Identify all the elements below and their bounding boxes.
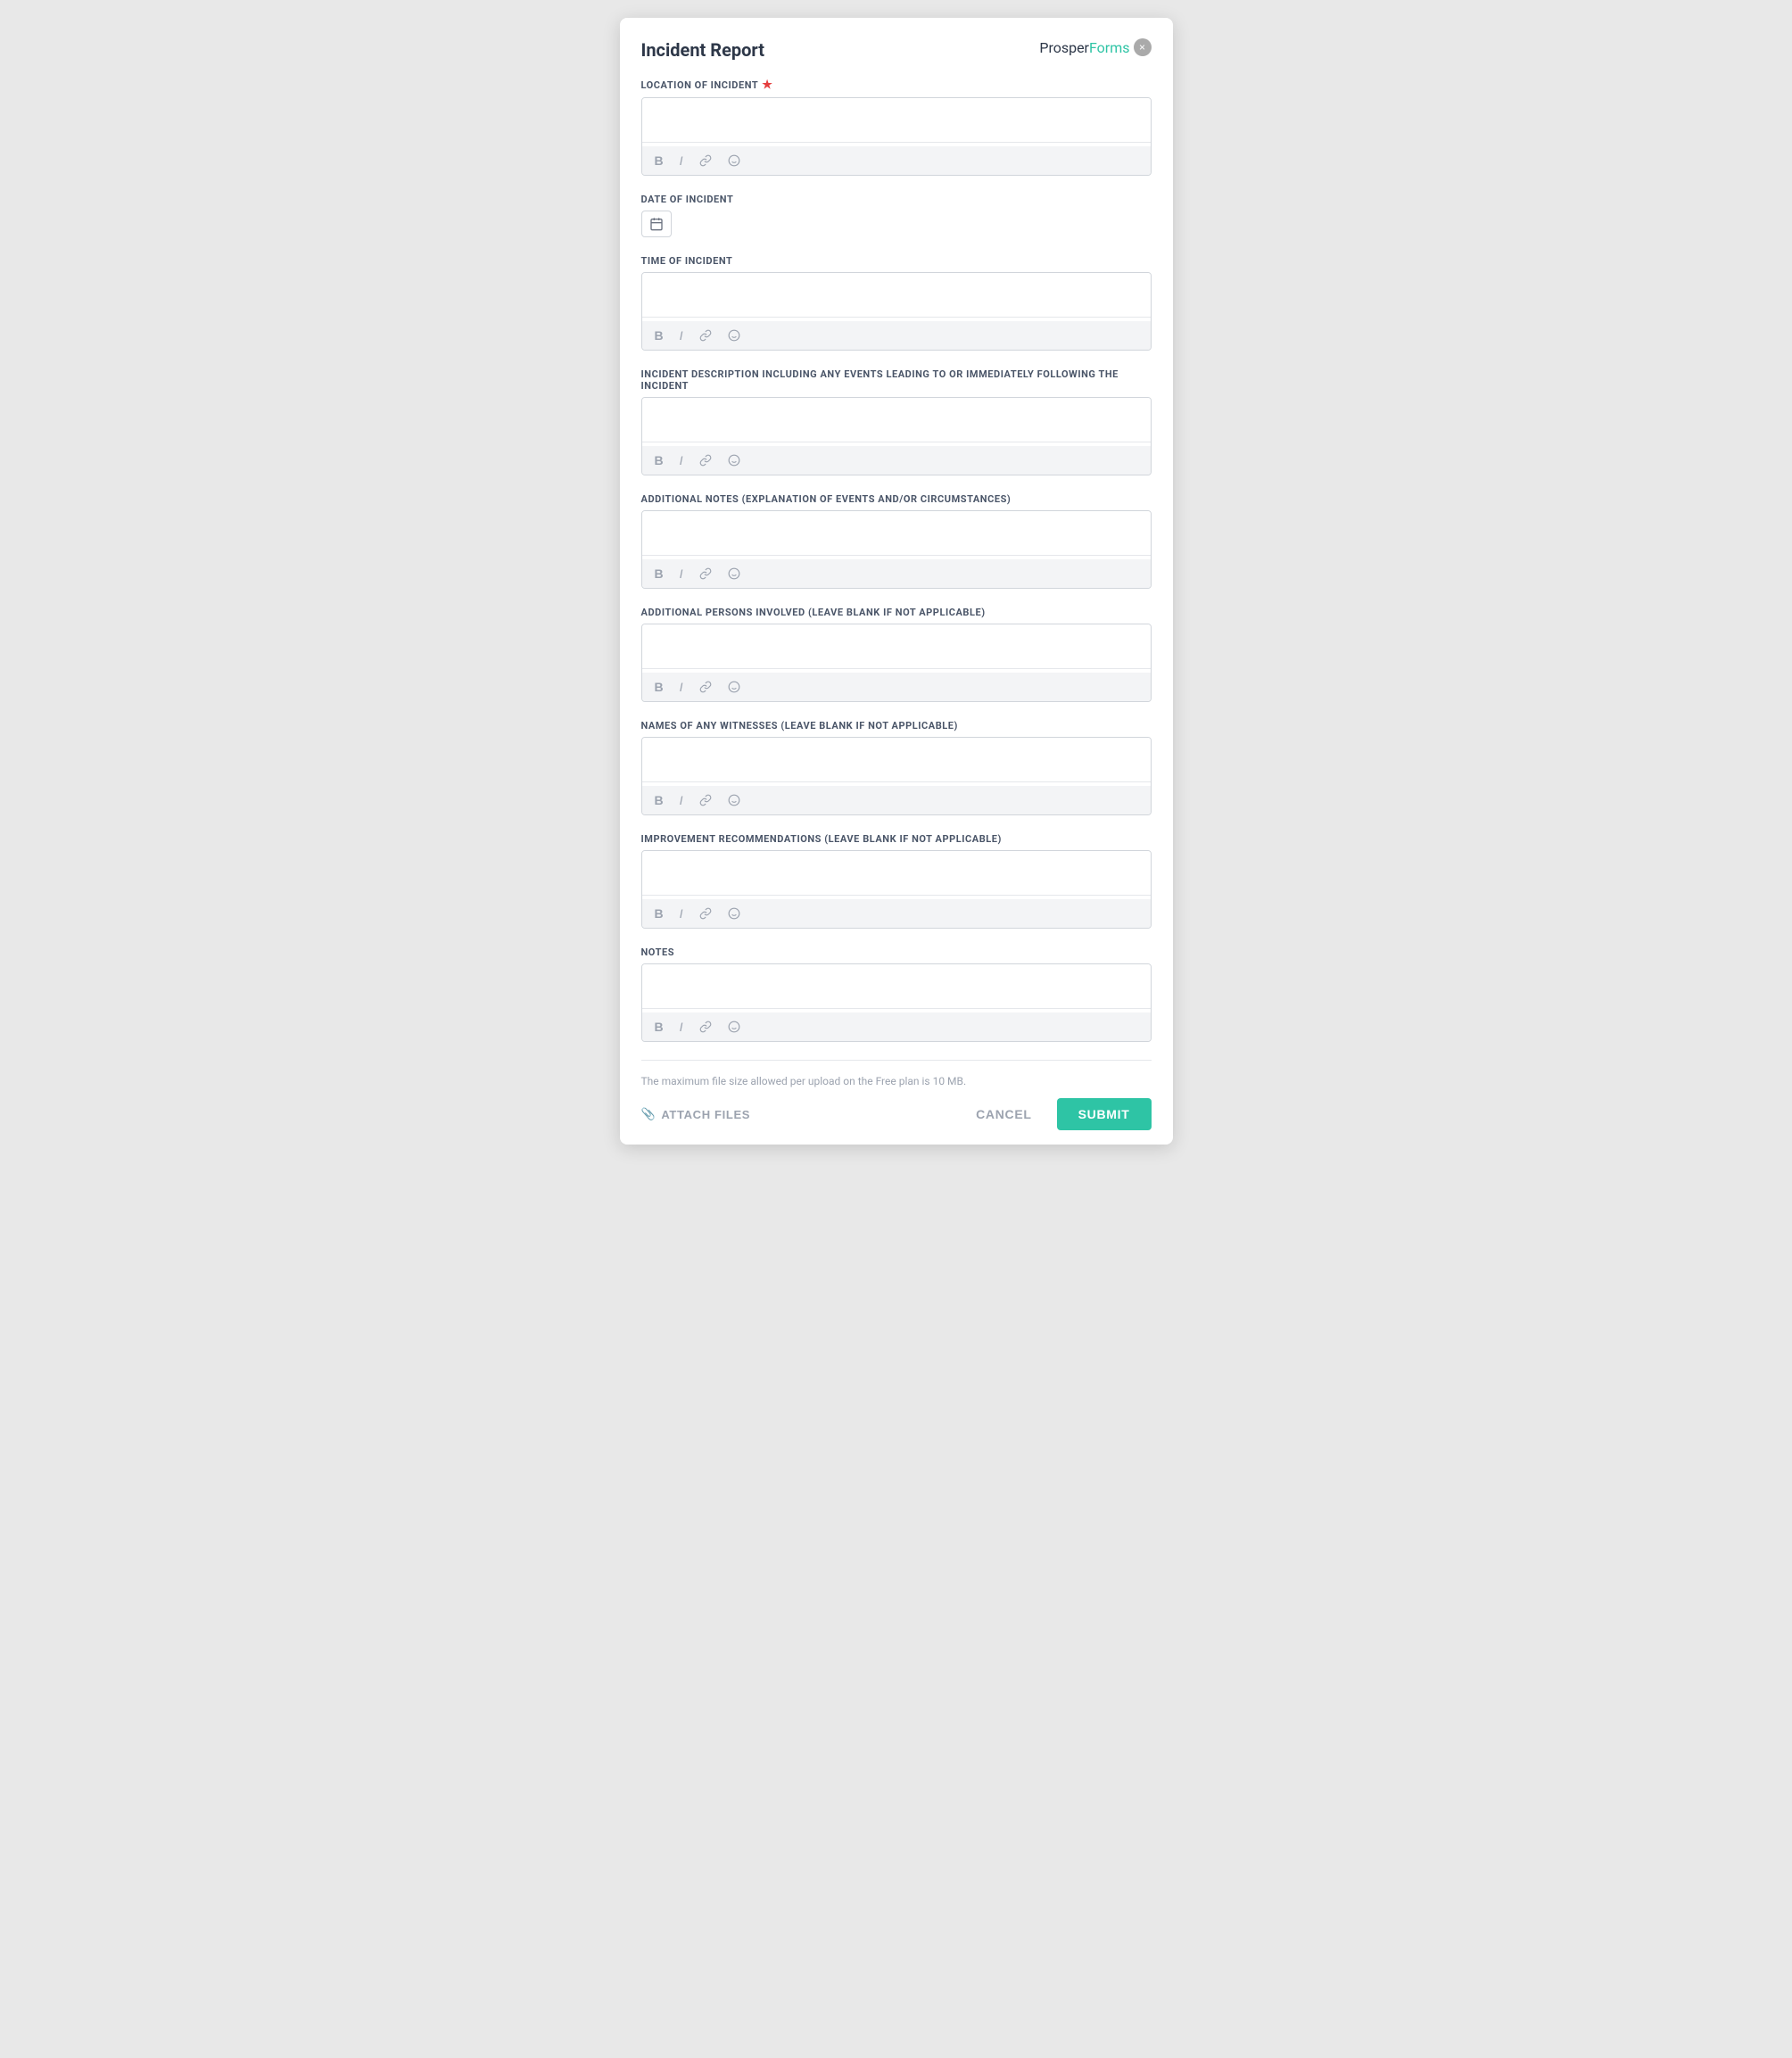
bold-btn-witnesses[interactable]: B xyxy=(651,791,667,809)
input-notes[interactable] xyxy=(642,964,1151,1009)
attach-files-button[interactable]: 📎 ATTACH FILES xyxy=(641,1107,751,1121)
toolbar-notes: B I xyxy=(642,1012,1151,1041)
italic-btn-notes[interactable]: I xyxy=(676,1018,687,1036)
input-additional-persons[interactable] xyxy=(642,624,1151,669)
close-button[interactable]: × xyxy=(1134,38,1152,56)
modal-header: Incident Report ProsperForms × xyxy=(641,39,1152,61)
emoji-btn-time[interactable] xyxy=(724,327,744,343)
input-time[interactable] xyxy=(642,273,1151,318)
date-picker-button[interactable] xyxy=(641,211,672,237)
emoji-btn-description[interactable] xyxy=(724,452,744,468)
input-witnesses[interactable] xyxy=(642,738,1151,782)
field-time: TIME OF INCIDENT B I xyxy=(641,255,1152,351)
bold-btn-description[interactable]: B xyxy=(651,451,667,469)
field-label-notes: NOTES xyxy=(641,946,1152,958)
editor-witnesses: B I xyxy=(641,737,1152,815)
bold-btn-notes[interactable]: B xyxy=(651,1018,667,1036)
bold-btn-additional-notes[interactable]: B xyxy=(651,565,667,583)
italic-btn-witnesses[interactable]: I xyxy=(676,791,687,809)
footer-actions: 📎 ATTACH FILES CANCEL SUBMIT xyxy=(641,1098,1152,1130)
italic-btn-description[interactable]: I xyxy=(676,451,687,469)
attach-files-label: ATTACH FILES xyxy=(661,1108,750,1121)
link-btn-additional-persons[interactable] xyxy=(696,679,715,695)
calendar-icon xyxy=(649,217,664,231)
link-btn-description[interactable] xyxy=(696,452,715,468)
field-label-additional-persons: ADDITIONAL PERSONS INVOLVED (LEAVE BLANK… xyxy=(641,607,1152,618)
link-btn-improvement[interactable] xyxy=(696,905,715,922)
field-label-location: LOCATION OF INCIDENT ★ xyxy=(641,79,1152,92)
editor-notes: B I xyxy=(641,963,1152,1042)
bold-btn-improvement[interactable]: B xyxy=(651,905,667,922)
input-description[interactable] xyxy=(642,398,1151,442)
link-btn-notes[interactable] xyxy=(696,1019,715,1035)
editor-location: B I xyxy=(641,97,1152,176)
italic-btn-additional-persons[interactable]: I xyxy=(676,678,687,696)
field-description: INCIDENT DESCRIPTION INCLUDING ANY EVENT… xyxy=(641,368,1152,475)
footer: The maximum file size allowed per upload… xyxy=(641,1060,1152,1145)
file-size-notice: The maximum file size allowed per upload… xyxy=(641,1075,1152,1087)
editor-improvement: B I xyxy=(641,850,1152,929)
italic-btn-additional-notes[interactable]: I xyxy=(676,565,687,583)
cancel-button[interactable]: CANCEL xyxy=(958,1098,1050,1130)
toolbar-description: B I xyxy=(642,446,1151,475)
editor-description: B I xyxy=(641,397,1152,475)
submit-button[interactable]: SUBMIT xyxy=(1057,1098,1152,1130)
field-label-description: INCIDENT DESCRIPTION INCLUDING ANY EVENT… xyxy=(641,368,1152,392)
link-btn-witnesses[interactable] xyxy=(696,792,715,808)
brand-area: ProsperForms × xyxy=(1039,39,1151,56)
emoji-btn-additional-persons[interactable] xyxy=(724,679,744,695)
emoji-btn-improvement[interactable] xyxy=(724,905,744,922)
link-btn-time[interactable] xyxy=(696,327,715,343)
toolbar-witnesses: B I xyxy=(642,786,1151,814)
input-additional-notes[interactable] xyxy=(642,511,1151,556)
field-date: DATE OF INCIDENT xyxy=(641,194,1152,237)
field-location: LOCATION OF INCIDENT ★ B I xyxy=(641,79,1152,176)
bold-btn-time[interactable]: B xyxy=(651,326,667,344)
emoji-btn-witnesses[interactable] xyxy=(724,792,744,808)
field-witnesses: NAMES OF ANY WITNESSES (LEAVE BLANK IF N… xyxy=(641,720,1152,815)
field-additional-notes: ADDITIONAL NOTES (EXPLANATION OF EVENTS … xyxy=(641,493,1152,589)
field-notes: NOTES B I xyxy=(641,946,1152,1042)
toolbar-additional-notes: B I xyxy=(642,559,1151,588)
editor-additional-notes: B I xyxy=(641,510,1152,589)
field-label-additional-notes: ADDITIONAL NOTES (EXPLANATION OF EVENTS … xyxy=(641,493,1152,505)
bold-btn-additional-persons[interactable]: B xyxy=(651,678,667,696)
emoji-btn-location[interactable] xyxy=(724,153,744,169)
form-title: Incident Report xyxy=(641,39,765,61)
modal: Incident Report ProsperForms × LOCATION … xyxy=(620,18,1173,1145)
brand-prosper: Prosper xyxy=(1039,39,1089,56)
emoji-btn-notes[interactable] xyxy=(724,1019,744,1035)
toolbar-location: B I xyxy=(642,146,1151,175)
field-label-witnesses: NAMES OF ANY WITNESSES (LEAVE BLANK IF N… xyxy=(641,720,1152,731)
italic-btn-location[interactable]: I xyxy=(676,152,687,169)
bold-btn-location[interactable]: B xyxy=(651,152,667,169)
required-star-location: ★ xyxy=(762,79,772,92)
field-additional-persons: ADDITIONAL PERSONS INVOLVED (LEAVE BLANK… xyxy=(641,607,1152,702)
link-btn-additional-notes[interactable] xyxy=(696,566,715,582)
paperclip-icon: 📎 xyxy=(641,1107,657,1121)
close-icon: × xyxy=(1139,41,1145,54)
input-location[interactable] xyxy=(642,98,1151,143)
toolbar-time: B I xyxy=(642,321,1151,350)
editor-additional-persons: B I xyxy=(641,624,1152,702)
editor-time: B I xyxy=(641,272,1152,351)
field-label-time: TIME OF INCIDENT xyxy=(641,255,1152,267)
action-buttons: CANCEL SUBMIT xyxy=(958,1098,1151,1130)
emoji-btn-additional-notes[interactable] xyxy=(724,566,744,582)
italic-btn-time[interactable]: I xyxy=(676,326,687,344)
italic-btn-improvement[interactable]: I xyxy=(676,905,687,922)
toolbar-additional-persons: B I xyxy=(642,673,1151,701)
field-label-date: DATE OF INCIDENT xyxy=(641,194,1152,205)
input-improvement[interactable] xyxy=(642,851,1151,896)
toolbar-improvement: B I xyxy=(642,899,1151,928)
form-title-text: Incident Report xyxy=(641,39,765,61)
field-improvement: IMPROVEMENT RECOMMENDATIONS (LEAVE BLANK… xyxy=(641,833,1152,929)
link-btn-location[interactable] xyxy=(696,153,715,169)
field-label-improvement: IMPROVEMENT RECOMMENDATIONS (LEAVE BLANK… xyxy=(641,833,1152,845)
brand-forms: Forms xyxy=(1089,39,1130,56)
